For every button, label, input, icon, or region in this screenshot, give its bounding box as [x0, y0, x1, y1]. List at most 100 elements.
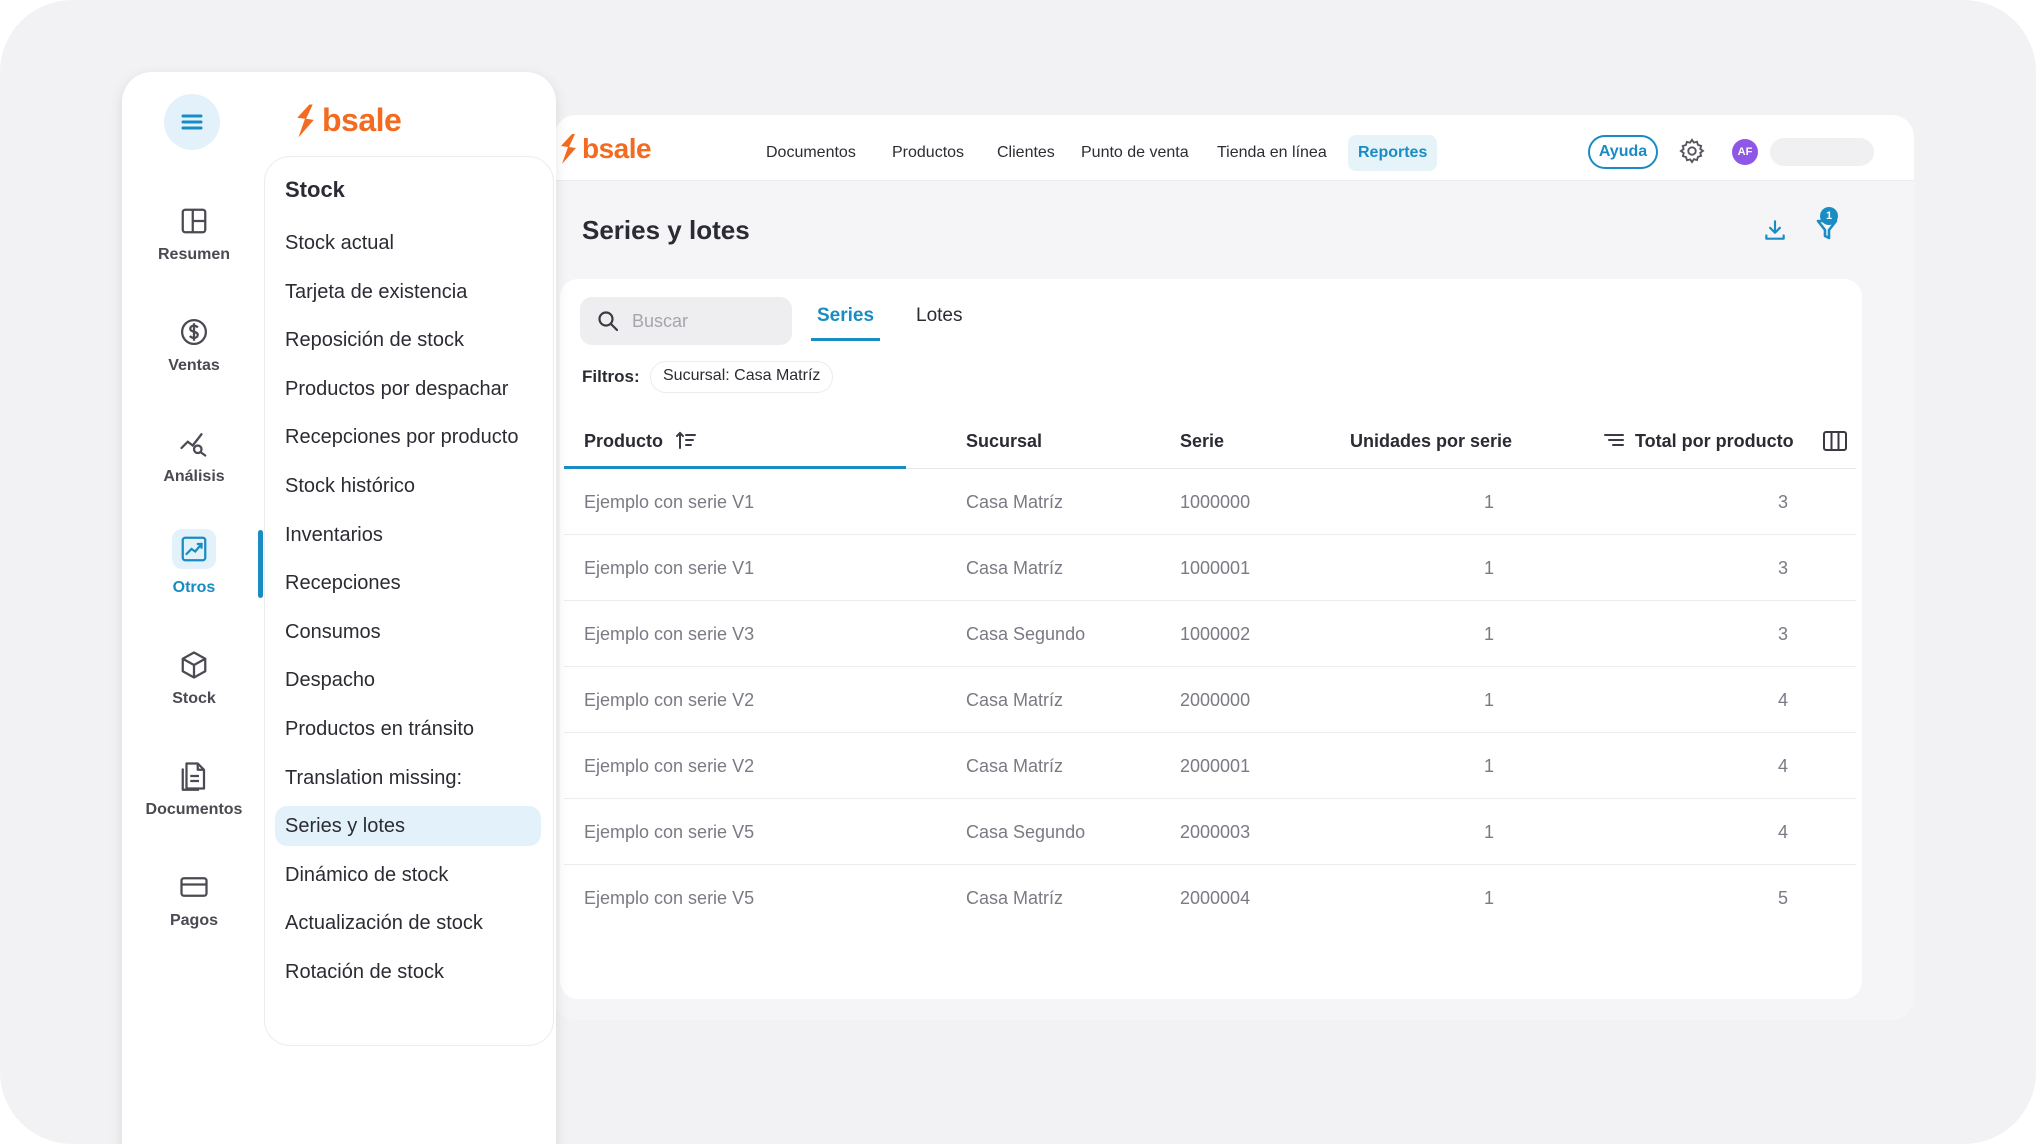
nav-tienda-en-linea[interactable]: Tienda en línea: [1217, 135, 1327, 171]
cell-total: 5: [1777, 888, 1788, 908]
submenu-item[interactable]: Stock actual: [275, 223, 541, 263]
column-header-serie[interactable]: Serie: [1180, 413, 1224, 469]
cell-unidades: 1: [1483, 822, 1494, 842]
submenu-item[interactable]: Rotación de stock: [275, 952, 541, 992]
brand-name: bsale: [322, 102, 402, 138]
bolt-logo-icon: [561, 134, 576, 164]
menu-toggle-button[interactable]: [164, 94, 220, 150]
submenu-item[interactable]: Stock histórico: [275, 466, 541, 506]
search-box[interactable]: [580, 297, 792, 345]
nav-documentos[interactable]: Documentos: [766, 135, 856, 171]
cell-sucursal: Casa Matríz: [966, 756, 1064, 776]
rail-item-otros[interactable]: Otros: [122, 529, 266, 624]
submenu-item[interactable]: Productos por despachar: [275, 369, 541, 409]
layout-icon: [181, 208, 207, 234]
avatar[interactable]: AF: [1732, 139, 1758, 165]
cell-total: 4: [1777, 756, 1788, 776]
filter-chip-sucursal[interactable]: Sucursal: Casa Matríz: [650, 361, 834, 393]
sort-ascending-icon[interactable]: [674, 428, 698, 452]
cell-sucursal: Casa Segundo: [966, 624, 1086, 644]
cell-unidades: 1: [1483, 624, 1494, 644]
submenu-item[interactable]: Recepciones: [275, 563, 541, 603]
cell-sucursal: Casa Segundo: [966, 822, 1086, 842]
submenu-title: Stock: [285, 177, 345, 202]
table-row[interactable]: Ejemplo con serie V2 Casa Matríz 2000000 1 4: [564, 667, 1856, 733]
submenu-item[interactable]: Consumos: [275, 612, 541, 652]
column-header-unidades[interactable]: Unidades por serie: [1350, 413, 1512, 469]
submenu-item[interactable]: Dinámico de stock: [275, 855, 541, 895]
stock-submenu: Stock Stock actual Tarjeta de existencia R…: [264, 156, 554, 1046]
sidebar: bsale Resumen Ventas Análisis Otros Stoc…: [122, 72, 556, 1144]
nav-clientes[interactable]: Clientes: [997, 135, 1055, 171]
chart-image-icon: [181, 536, 207, 562]
column-header-sucursal[interactable]: Sucursal: [966, 413, 1042, 469]
submenu-item[interactable]: Translation missing:: [275, 758, 541, 798]
nav-productos[interactable]: Productos: [892, 135, 964, 171]
brand-logo[interactable]: bsale: [558, 133, 652, 165]
table-row[interactable]: Ejemplo con serie V5 Casa Matríz 2000004 1 5: [564, 865, 1856, 931]
table-row[interactable]: Ejemplo con serie V2 Casa Matríz 2000001 1 4: [564, 733, 1856, 799]
submenu-item[interactable]: Series y lotes: [275, 806, 541, 847]
search-input[interactable]: [632, 305, 782, 337]
rail-label: Análisis: [163, 468, 225, 485]
download-icon[interactable]: [1762, 215, 1788, 245]
tab-lotes[interactable]: Lotes: [910, 305, 968, 341]
rail-label: Documentos: [145, 801, 243, 818]
gear-icon[interactable]: [1678, 137, 1706, 165]
table-header: Producto Sucursal Serie Unidades por ser…: [564, 413, 1856, 469]
screen-background: bsale Documentos Productos Clientes Punt…: [0, 0, 2036, 1144]
rail-item-stock[interactable]: Stock: [122, 650, 266, 740]
columns-icon[interactable]: [1822, 429, 1848, 453]
cell-serie: 1000000: [1180, 492, 1251, 512]
rail-item-documentos[interactable]: Documentos: [122, 761, 266, 851]
page-title: Series y lotes: [582, 215, 750, 245]
active-icon-background: [172, 529, 216, 569]
table-row[interactable]: Ejemplo con serie V5 Casa Segundo 2000003 1…: [564, 799, 1856, 865]
column-label: Producto: [584, 431, 663, 451]
cell-producto: Ejemplo con serie V1: [584, 558, 755, 578]
rail-label: Ventas: [168, 357, 220, 374]
cell-total: 3: [1777, 558, 1788, 578]
submenu-item[interactable]: Inventarios: [275, 515, 541, 555]
filter-lines-icon[interactable]: [1602, 428, 1626, 452]
bolt-logo-icon: [297, 104, 314, 137]
user-name-placeholder[interactable]: [1770, 138, 1874, 166]
rail-item-pagos[interactable]: Pagos: [122, 872, 266, 962]
filters-label: Filtros:: [582, 367, 640, 386]
rail-item-analisis[interactable]: Análisis: [122, 428, 266, 518]
cell-sucursal: Casa Matríz: [966, 690, 1064, 710]
search-icon: [598, 311, 619, 332]
rail-label: Stock: [172, 690, 216, 707]
submenu-item[interactable]: Tarjeta de existencia: [275, 272, 541, 312]
table-row[interactable]: Ejemplo con serie V1 Casa Matríz 1000000 1 3: [564, 469, 1856, 535]
cell-producto: Ejemplo con serie V2: [584, 756, 755, 776]
nav-punto-de-venta[interactable]: Punto de venta: [1081, 135, 1189, 171]
submenu-item[interactable]: Productos en tránsito: [275, 709, 541, 749]
document-icon: [181, 762, 206, 791]
column-header-total[interactable]: Total por producto: [1602, 413, 1794, 469]
column-label: Total por producto: [1635, 431, 1794, 451]
submenu-item[interactable]: Recepciones por producto: [275, 417, 541, 457]
brand-name: bsale: [582, 133, 652, 164]
submenu-item[interactable]: Reposición de stock: [275, 320, 541, 360]
submenu-item[interactable]: Despacho: [275, 660, 541, 700]
rail-item-ventas[interactable]: Ventas: [122, 317, 266, 407]
help-button[interactable]: Ayuda: [1588, 135, 1658, 169]
table-row[interactable]: Ejemplo con serie V1 Casa Matríz 1000001 1 3: [564, 535, 1856, 601]
cell-total: 4: [1777, 690, 1788, 710]
cell-sucursal: Casa Matríz: [966, 492, 1064, 512]
tab-series[interactable]: Series: [811, 305, 881, 341]
table-row[interactable]: Ejemplo con serie V3 Casa Segundo 1000002 1…: [564, 601, 1856, 667]
submenu-item[interactable]: Actualización de stock: [275, 903, 541, 943]
cell-unidades: 1: [1483, 558, 1494, 578]
rail-label: Otros: [172, 579, 216, 596]
box-icon: [181, 651, 207, 679]
rail-item-resumen[interactable]: Resumen: [122, 206, 266, 296]
cell-sucursal: Casa Matríz: [966, 558, 1064, 578]
sidebar-brand-logo[interactable]: bsale: [294, 102, 402, 139]
cell-sucursal: Casa Matríz: [966, 888, 1064, 908]
nav-reportes[interactable]: Reportes: [1348, 135, 1438, 171]
cell-producto: Ejemplo con serie V2: [584, 690, 755, 710]
column-header-producto[interactable]: Producto: [584, 413, 698, 469]
rail-label: Pagos: [169, 912, 218, 929]
